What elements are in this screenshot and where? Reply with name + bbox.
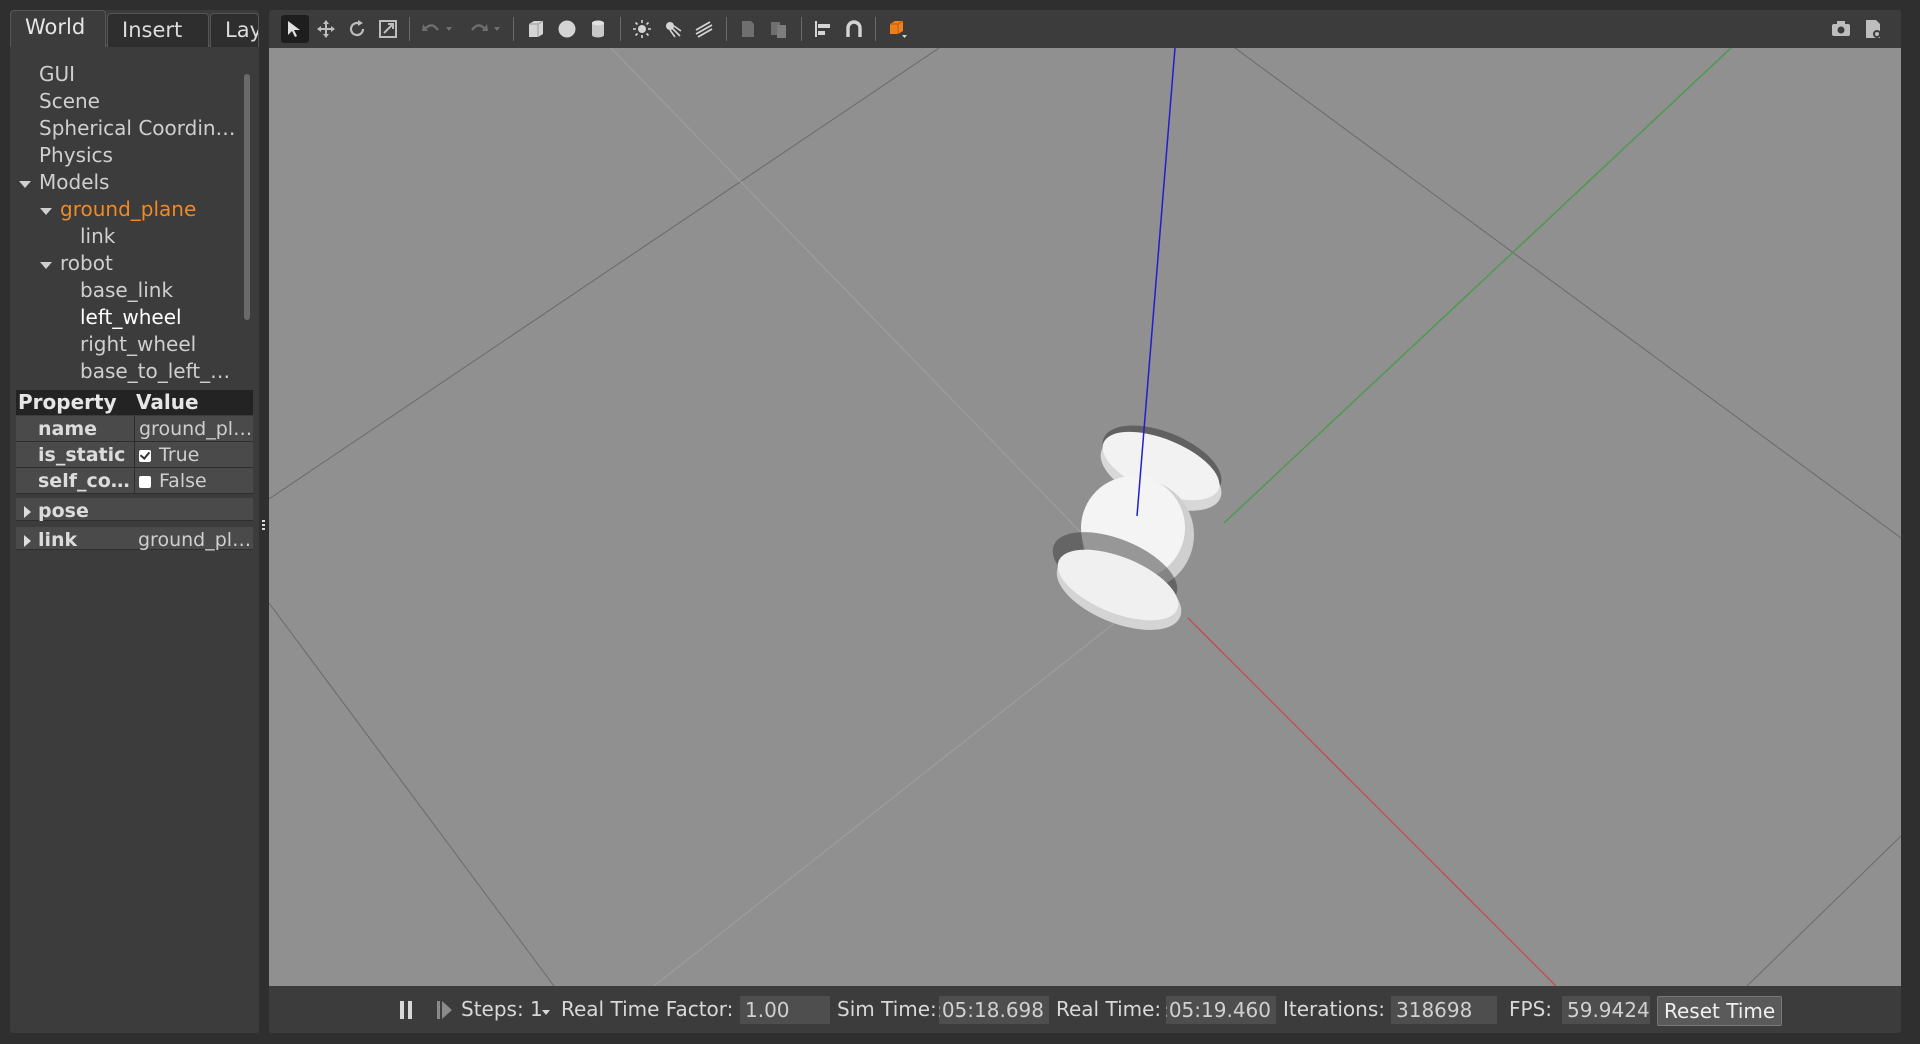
world-tree: GUI Scene Spherical Coordin… Physics Mod… [10,54,244,384]
point-light-icon[interactable] [628,15,656,43]
reset-time-button[interactable]: Reset Time [1657,996,1783,1026]
tab-insert[interactable]: Insert [107,13,209,47]
value-column-header: Value [136,390,199,414]
fps-value: 59.9424 [1562,996,1650,1024]
directional-light-icon[interactable] [690,15,718,43]
redo-dropdown-icon[interactable] [489,15,505,43]
scene-render[interactable] [269,47,1901,987]
fps-label: FPS: [1509,997,1552,1021]
property-key: self_co… [38,470,130,492]
snap-magnet-icon[interactable] [840,15,868,43]
robot-model [1052,425,1222,630]
toolbar [269,10,1901,48]
iterations-value: 318698 [1391,996,1497,1024]
pause-icon[interactable] [399,1001,413,1019]
iterations-label: Iterations: [1283,997,1385,1021]
scale-icon[interactable] [374,15,402,43]
splitter-handle[interactable] [262,520,266,530]
sim-time-value: 00:00:05:18.698 [939,996,1049,1024]
undo-dropdown-icon[interactable] [441,15,457,43]
sim-time-label: Sim Time: [837,997,937,1021]
3d-scene-viewport[interactable] [269,47,1901,987]
tree-item-ground-plane[interactable]: ground_plane [60,196,196,223]
checkbox-label: True [159,444,200,466]
screenshot-icon[interactable] [1827,15,1855,43]
property-key: is_static [38,444,126,466]
property-value[interactable]: ground_pl… [134,416,253,442]
tree-item-gui[interactable]: GUI [39,61,75,88]
box-shape-icon[interactable] [522,15,550,43]
view-angle-icon[interactable] [883,15,911,43]
cylinder-shape-icon[interactable] [584,15,612,43]
property-value[interactable]: True [134,442,253,468]
property-key: name [38,418,98,440]
real-time-factor-value: 1.00 [740,996,830,1024]
property-row-link[interactable]: link ground_pl… [16,523,253,553]
tab-world[interactable]: World [10,10,106,47]
tab-layers[interactable]: Layers [210,13,259,47]
steps-dropdown-icon[interactable] [542,1010,550,1015]
log-icon[interactable] [1859,15,1887,43]
property-row-self-collide[interactable]: self_co… False [16,468,253,494]
is-static-checkbox[interactable] [139,450,151,462]
property-column-header: Property [18,390,117,414]
y-axis-line [1223,47,1732,524]
property-row-pose[interactable]: pose [16,494,253,522]
tree-item-right-wheel[interactable]: right_wheel [80,331,196,358]
expand-arrow-icon[interactable] [24,535,31,547]
real-time-factor-label: Real Time Factor: [561,997,734,1021]
tree-item-base-to-left[interactable]: base_to_left_… [80,358,230,384]
property-row-is-static[interactable]: is_static True [16,442,253,468]
tree-scrollbar[interactable] [244,74,250,320]
spot-light-icon[interactable] [659,15,687,43]
expand-arrow-icon[interactable] [19,181,31,188]
property-key: link [38,529,78,551]
ground-grid-faint [610,47,1160,987]
tree-item-physics[interactable]: Physics [39,142,113,169]
status-bar: Steps: 1 Real Time Factor: 1.00 Sim Time… [269,986,1901,1033]
property-value[interactable]: ground_pl… [134,527,253,553]
property-header: Property Value [16,390,253,415]
paste-icon[interactable] [765,15,793,43]
self-collide-checkbox[interactable] [139,476,151,488]
left-panel: World Insert Layers GUI Scene Spherical … [10,10,265,1033]
expand-arrow-icon[interactable] [24,506,31,518]
viewport-container: Steps: 1 Real Time Factor: 1.00 Sim Time… [269,10,1901,1033]
tree-item-left-wheel[interactable]: left_wheel [80,304,182,331]
property-value[interactable]: False [134,468,253,494]
checkbox-label: False [159,470,207,492]
steps-label[interactable]: Steps: 1 [461,986,543,1033]
align-icon[interactable] [809,15,837,43]
panel-tabs: World Insert Layers [10,10,259,47]
property-key: pose [38,500,89,522]
step-icon[interactable] [437,1001,453,1019]
property-row-name[interactable]: name ground_pl… [16,416,253,442]
tree-item-base-link[interactable]: base_link [80,277,173,304]
tree-item-robot[interactable]: robot [60,250,113,277]
select-arrow-icon[interactable] [281,15,309,43]
real-time-value: 00:00:05:19.460 [1166,996,1276,1024]
translate-icon[interactable] [312,15,340,43]
copy-icon[interactable] [734,15,762,43]
rotate-icon[interactable] [343,15,371,43]
expand-arrow-icon[interactable] [40,262,52,269]
expand-arrow-icon[interactable] [40,208,52,215]
tree-item-spherical-coordinates[interactable]: Spherical Coordin… [39,115,236,142]
tree-item-scene[interactable]: Scene [39,88,100,115]
real-time-label: Real Time: [1056,997,1162,1021]
sphere-shape-icon[interactable] [553,15,581,43]
tree-item-ground-link[interactable]: link [80,223,115,250]
x-axis-line [1187,617,1557,987]
tree-item-models[interactable]: Models [39,169,109,196]
